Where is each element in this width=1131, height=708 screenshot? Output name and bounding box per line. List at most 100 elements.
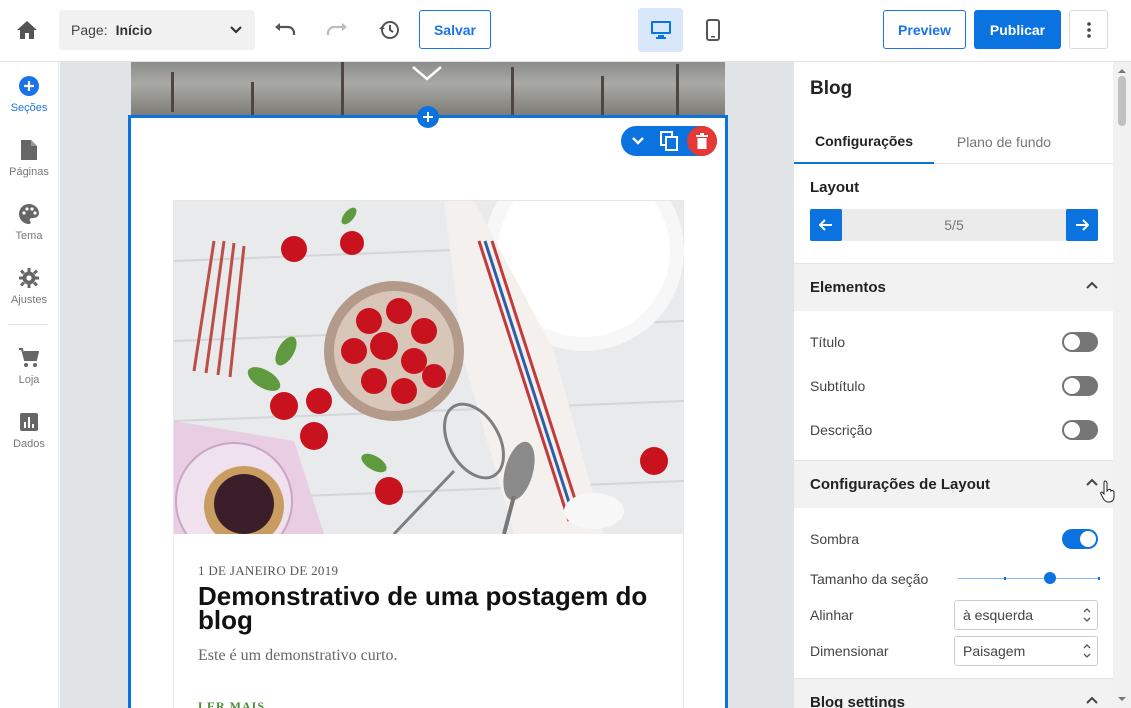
history-button[interactable] [370,11,408,49]
section-size-slider[interactable] [958,572,1100,584]
post-date: 1 DE JANEIRO DE 2019 [198,563,339,578]
scroll-down-icon[interactable] [1117,696,1127,702]
alinhar-select[interactable]: à esquerda [954,600,1098,630]
sidebar-divider [8,324,48,325]
layout-prev-button[interactable] [810,209,842,241]
sidebar-item-label: Tema [15,230,43,242]
dimensionar-select[interactable]: Paisagem [954,636,1098,666]
chevron-down-icon [632,137,644,145]
layout-counter: 5/5 [944,217,964,233]
chevron-down-icon [230,26,242,34]
cart-icon [19,348,39,367]
history-icon [379,21,399,39]
sidebar-item-label: Dados [13,438,45,450]
sidebar-item-label: Loja [18,374,40,386]
sombra-label: Sombra [810,531,860,547]
mouse-cursor-icon [1100,480,1115,503]
palette-icon [19,204,39,224]
descricao-label: Descrição [810,422,873,438]
blog-settings-accordion-header[interactable]: Blog settings [794,678,1113,708]
tab-configuracoes[interactable]: Configurações [794,120,934,164]
elements-accordion-header[interactable]: Elementos [794,263,1113,311]
sidebar-item-label: Seções [10,102,48,114]
panel-title: Blog [810,78,853,99]
settings-panel: Blog Configurações Plano de fundo Layout… [793,62,1113,708]
panel-tabs: Configurações Plano de fundo [794,120,1113,164]
sidebar-item-paginas[interactable]: Páginas [0,138,58,194]
subtitulo-toggle[interactable] [1062,376,1098,396]
updown-icon [1083,608,1091,622]
dimensionar-select-value: Paisagem [963,643,1026,659]
redo-button[interactable] [318,11,356,49]
section-collapse-button[interactable] [623,126,653,156]
page-selector[interactable]: Page: Início [59,10,255,50]
scrollbar-thumb[interactable] [1118,76,1126,126]
post-title[interactable]: Demonstrativo de uma postagem do blog [198,583,668,633]
scroll-up-icon[interactable] [1117,68,1127,74]
sidebar-item-ajustes[interactable]: Ajustes [0,266,58,322]
plus-circle-icon [19,76,39,96]
layout-settings-accordion-header[interactable]: Configurações de Layout [794,460,1113,508]
preview-button[interactable]: Preview [883,10,966,49]
editor-canvas: 1 DE JANEIRO DE 2019 Demonstrativo de um… [60,62,793,708]
tab-plano-de-fundo[interactable]: Plano de fundo [934,120,1074,164]
trash-icon [696,133,708,149]
undo-button[interactable] [266,11,304,49]
section-size-label: Tamanho da seção [810,571,929,587]
arrow-left-icon [819,219,832,231]
redo-icon [326,23,347,35]
section-delete-button[interactable] [687,126,717,156]
publish-button[interactable]: Publicar [974,10,1061,49]
layout-next-button[interactable] [1066,209,1098,241]
desktop-icon [650,21,671,39]
blog-post-card[interactable]: 1 DE JANEIRO DE 2019 Demonstrativo de um… [173,200,684,708]
sidebar-item-tema[interactable]: Tema [0,202,58,258]
arrow-right-icon [1076,219,1089,231]
titulo-label: Título [810,334,846,350]
undo-icon [275,23,296,35]
layout-settings-header-label: Configurações de Layout [810,476,991,493]
titulo-toggle[interactable] [1062,332,1098,352]
elements-header-label: Elementos [810,279,886,296]
chevron-up-icon [1086,281,1098,289]
slider-thumb[interactable] [1044,572,1057,584]
page-selector-value: Início [115,22,153,38]
descricao-toggle[interactable] [1062,420,1098,440]
desktop-view-button[interactable] [638,8,683,52]
read-more-link[interactable]: LER MAIS [198,699,265,708]
sombra-toggle[interactable] [1062,529,1098,549]
home-icon [17,21,37,39]
blog-settings-header-label: Blog settings [810,694,906,708]
home-button[interactable] [8,11,46,49]
more-options-button[interactable] [1069,10,1108,49]
mobile-view-button[interactable] [692,8,734,52]
kebab-menu-icon [1086,21,1091,38]
sidebar-item-label: Páginas [9,166,49,178]
save-button[interactable]: Salvar [419,10,491,49]
page-icon [21,140,37,160]
plus-icon [423,112,433,122]
add-section-button[interactable] [417,106,439,128]
left-sidebar: Seções Páginas Tema Ajustes Loja Dados [0,62,59,708]
copy-icon [660,131,678,151]
layout-switcher: 5/5 [810,209,1098,241]
alinhar-select-value: à esquerda [963,607,1034,623]
post-description: Este é um demonstrativo curto. [198,647,398,664]
subtitulo-label: Subtítulo [810,378,866,394]
page-selector-label: Page: [71,22,108,38]
layout-label: Layout [810,179,860,196]
section-toolbar [621,126,717,156]
dimensionar-label: Dimensionar [810,643,889,659]
gear-icon [19,268,39,288]
sidebar-item-dados[interactable]: Dados [0,410,58,466]
sidebar-item-loja[interactable]: Loja [0,346,58,402]
blog-post-image [174,201,684,534]
sidebar-item-secoes[interactable]: Seções [0,74,58,130]
top-toolbar: Page: Início Salvar Preview Publicar [0,0,1131,62]
panel-scrollbar[interactable] [1113,62,1131,708]
section-duplicate-button[interactable] [654,126,684,156]
chart-icon [20,413,38,431]
chevron-up-icon [1086,478,1098,486]
scroll-down-chevron-icon [412,66,442,81]
mobile-icon [706,19,720,41]
